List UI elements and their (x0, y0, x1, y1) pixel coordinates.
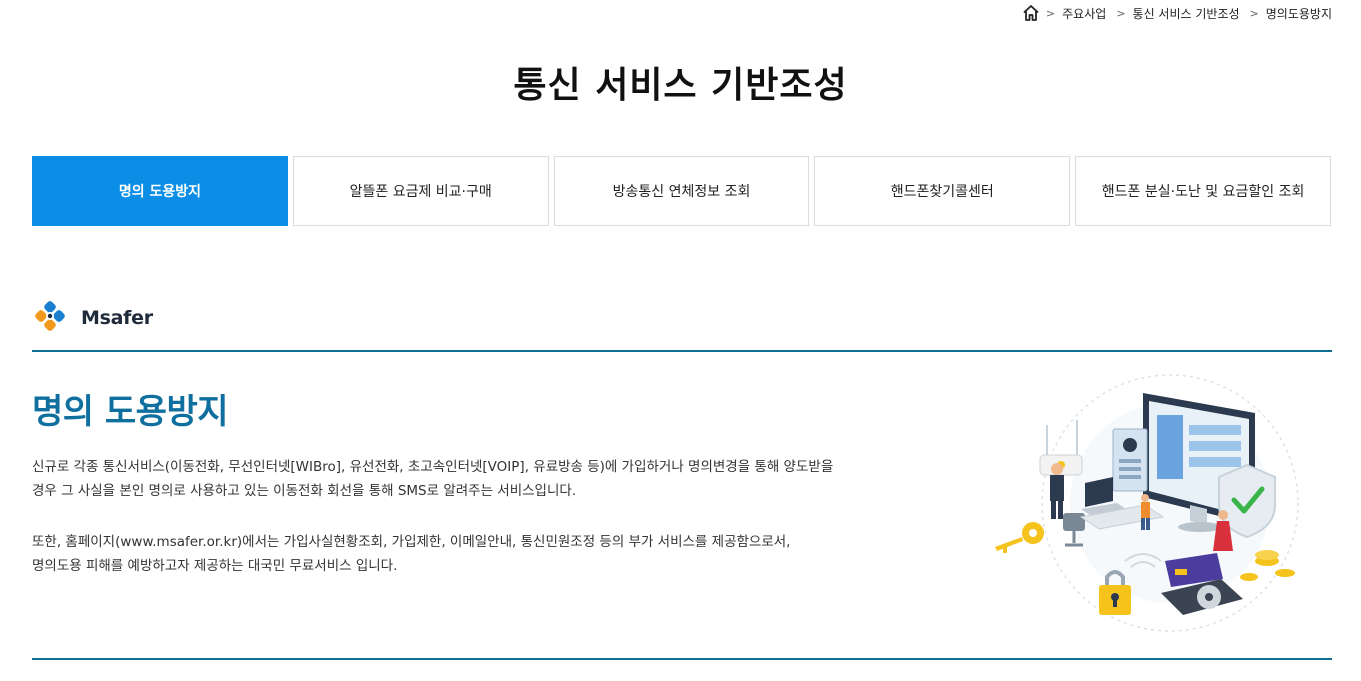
section-title: 명의 도용방지 (32, 392, 229, 432)
document-icon (1112, 428, 1148, 492)
tab-mvno-plan-compare[interactable]: 알뜰폰 요금제 비교·구매 (292, 156, 549, 226)
description-line: 또한, 홈페이지(www.msafer.or.kr)에서는 가입사실현황조회, … (32, 534, 791, 550)
breadcrumb: > 주요사업 > 통신 서비스 기반조성 > 명의도용방지 (1021, 3, 1332, 23)
msafer-logo-text: Msafer (81, 307, 153, 329)
person-icon (1050, 463, 1064, 519)
breadcrumb-item-main-business[interactable]: 주요사업 (1062, 5, 1106, 22)
description-paragraph-1: 신규로 각종 통신서비스(이동전화, 무선인터넷[WIBro], 유선전화, 초… (32, 455, 912, 503)
key-icon (995, 522, 1044, 553)
chevron-right-icon: > (1045, 6, 1056, 20)
security-illustration (985, 365, 1305, 645)
description-paragraph-2: 또한, 홈페이지(www.msafer.or.kr)에서는 가입사실현황조회, … (32, 530, 912, 578)
tab-bar: 명의 도용방지 알뜰폰 요금제 비교·구매 방송통신 연체정보 조회 핸드폰찾기… (32, 156, 1331, 226)
page-title: 통신 서비스 기반조성 (513, 65, 848, 106)
description-line: 경우 그 사실을 본인 명의로 사용하고 있는 이동전화 회선을 통해 SMS로… (32, 483, 577, 499)
description-line: 명의도용 피해를 예방하고자 제공하는 대국민 무료서비스 입니다. (32, 558, 398, 574)
tab-phone-finder-callcenter[interactable]: 핸드폰찾기콜센터 (814, 156, 1071, 226)
tab-lost-stolen-phone-lookup[interactable]: 핸드폰 분실·도난 및 요금할인 조회 (1075, 156, 1331, 226)
section-divider-top (32, 350, 1332, 352)
tab-overdue-info-lookup[interactable]: 방송통신 연체정보 조회 (553, 156, 810, 226)
tab-identity-theft-prevention[interactable]: 명의 도용방지 (32, 156, 288, 226)
description-line: 신규로 각종 통신서비스(이동전화, 무선인터넷[WIBro], 유선전화, 초… (32, 459, 834, 475)
msafer-logo: Msafer (33, 300, 153, 336)
breadcrumb-item-identity-theft-prevention[interactable]: 명의도용방지 (1266, 5, 1332, 22)
breadcrumb-item-communication-service[interactable]: 통신 서비스 기반조성 (1133, 5, 1240, 22)
chevron-right-icon: > (1116, 6, 1126, 20)
home-icon[interactable] (1021, 3, 1041, 23)
section-divider-bottom (32, 658, 1332, 660)
msafer-logo-icon (33, 300, 75, 336)
chevron-right-icon: > (1249, 6, 1259, 20)
